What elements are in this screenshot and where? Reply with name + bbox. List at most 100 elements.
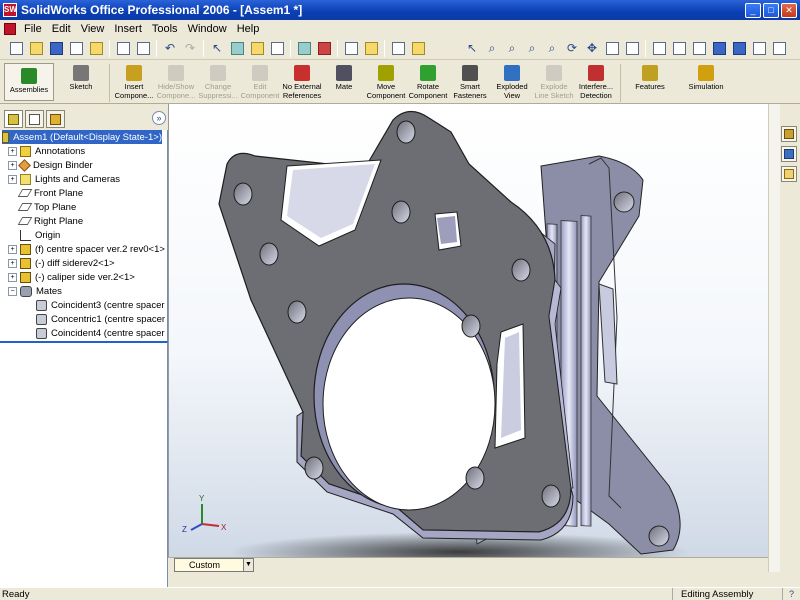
hidden-removed-icon[interactable]: [690, 39, 708, 57]
save-icon[interactable]: [47, 39, 65, 57]
tree-node-mates[interactable]: − Mates: [8, 284, 62, 298]
exploded-view-button[interactable]: Exploded View: [491, 61, 533, 103]
minimize-button[interactable]: _: [745, 2, 761, 18]
menu-view[interactable]: View: [76, 23, 110, 35]
expand-toggle[interactable]: +: [8, 146, 17, 156]
tree-node-front-plane[interactable]: Front Plane: [17, 186, 83, 200]
tree-node-design-binder[interactable]: + Design Binder: [8, 158, 93, 172]
no-external-references-button[interactable]: No External References: [281, 61, 323, 103]
tree-node-coincident4[interactable]: Coincident4 (centre spacer ver: [36, 326, 167, 340]
tab-configuration-manager[interactable]: [46, 110, 65, 128]
interference-detection-button[interactable]: Interfere... Detection: [575, 61, 617, 103]
expand-toggle[interactable]: +: [8, 272, 17, 282]
view-cube-icon[interactable]: [623, 39, 641, 57]
menu-file[interactable]: File: [19, 23, 47, 35]
select-icon[interactable]: ↖: [208, 39, 226, 57]
zoom-selection-icon[interactable]: ⌕: [543, 39, 561, 57]
tree-node-caliper-side[interactable]: + (-) caliper side ver.2<1>: [8, 270, 135, 284]
menu-edit[interactable]: Edit: [47, 23, 76, 35]
tree-node-diff-side[interactable]: + (-) diff siderev2<1>: [8, 256, 115, 270]
tree-node-concentric1[interactable]: Concentric1 (centre spacer ver: [36, 312, 167, 326]
smart-fasteners-button[interactable]: Smart Fasteners: [449, 61, 491, 103]
make-assembly-icon[interactable]: [87, 39, 105, 57]
expand-toggle[interactable]: +: [8, 160, 17, 170]
rebuild-icon[interactable]: [248, 39, 266, 57]
tab-feature-manager[interactable]: [4, 110, 23, 128]
options-icon[interactable]: [268, 39, 286, 57]
print-preview-icon[interactable]: [134, 39, 152, 57]
tree-node-top-plane[interactable]: Top Plane: [17, 200, 76, 214]
solidworks-app-icon[interactable]: SW: [3, 3, 17, 17]
file-explorer-button[interactable]: [781, 166, 797, 182]
tab-property-manager[interactable]: [25, 110, 44, 128]
table-icon[interactable]: [315, 39, 333, 57]
previous-view-icon[interactable]: ↖: [463, 39, 481, 57]
tree-node-coincident3[interactable]: Coincident3 (centre spacer ver: [36, 298, 167, 312]
expand-toggle[interactable]: +: [8, 258, 17, 268]
section-view-icon[interactable]: [770, 39, 788, 57]
shadows-icon[interactable]: [750, 39, 768, 57]
graphics-area[interactable]: Y X Z: [168, 104, 768, 557]
move-component-button[interactable]: Move Component: [365, 61, 407, 103]
properties-icon[interactable]: [389, 39, 407, 57]
simulation-button[interactable]: Simulation: [676, 61, 736, 103]
measure-icon[interactable]: [362, 39, 380, 57]
expand-toggle[interactable]: +: [8, 174, 17, 184]
edit-component-button[interactable]: Edit Component: [239, 61, 281, 103]
tree-node-centre-spacer[interactable]: + (f) centre spacer ver.2 rev0<1>: [8, 242, 165, 256]
sketch-button[interactable]: Sketch: [56, 61, 106, 103]
design-library-button[interactable]: [781, 146, 797, 162]
shaded-edges-icon[interactable]: [710, 39, 728, 57]
close-button[interactable]: ✕: [781, 2, 797, 18]
tree-node-lights-cameras[interactable]: + Lights and Cameras: [8, 172, 120, 186]
mate-button[interactable]: Mate: [323, 61, 365, 103]
open-icon[interactable]: [27, 39, 45, 57]
tree-node-assembly[interactable]: Assem1 (Default<Display State-1>): [2, 130, 162, 144]
document-icon[interactable]: [4, 22, 16, 35]
sw-resources-button[interactable]: [781, 126, 797, 142]
print-icon[interactable]: [114, 39, 132, 57]
assemblies-tab-button[interactable]: Assemblies: [4, 63, 54, 101]
standard-views-icon[interactable]: [603, 39, 621, 57]
wireframe-icon[interactable]: [650, 39, 668, 57]
hidden-lines-icon[interactable]: [670, 39, 688, 57]
menu-window[interactable]: Window: [183, 23, 232, 35]
chevron-down-icon[interactable]: ▼: [243, 559, 253, 571]
rotate-view-icon[interactable]: ⟳: [563, 39, 581, 57]
diff-side-plate[interactable]: [218, 110, 574, 541]
pan-icon[interactable]: ✥: [583, 39, 601, 57]
help-icon[interactable]: [409, 39, 427, 57]
select-filter-icon[interactable]: [228, 39, 246, 57]
status-help-icon[interactable]: ?: [782, 588, 800, 600]
new-icon[interactable]: [7, 39, 25, 57]
menu-tools[interactable]: Tools: [147, 23, 183, 35]
grid-icon[interactable]: [295, 39, 313, 57]
tree-node-origin[interactable]: Origin: [20, 228, 60, 242]
undo-icon[interactable]: ↶: [161, 39, 179, 57]
shaded-icon[interactable]: [730, 39, 748, 57]
zoom-area-icon[interactable]: ⌕: [503, 39, 521, 57]
configuration-tab-select[interactable]: Custom ▼: [174, 558, 254, 572]
make-drawing-icon[interactable]: [67, 39, 85, 57]
zoom-to-fit-icon[interactable]: ⌕: [483, 39, 501, 57]
features-button[interactable]: Features: [624, 61, 676, 103]
insert-component-button[interactable]: Insert Compone...: [113, 61, 155, 103]
vertical-scrollbar[interactable]: [768, 104, 780, 572]
tree-node-right-plane[interactable]: Right Plane: [17, 214, 83, 228]
view-orientation-icon[interactable]: [342, 39, 360, 57]
explode-line-sketch-button[interactable]: Explode Line Sketch: [533, 61, 575, 103]
rotate-component-button[interactable]: Rotate Component: [407, 61, 449, 103]
model-canvas[interactable]: Y X Z: [169, 104, 768, 557]
maximize-button[interactable]: □: [763, 2, 779, 18]
collapse-toggle[interactable]: −: [8, 286, 17, 296]
zoom-in-out-icon[interactable]: ⌕: [523, 39, 541, 57]
collapse-panel-button[interactable]: »: [152, 111, 166, 125]
change-suppression-button[interactable]: Change Suppressi...: [197, 61, 239, 103]
horizontal-scrollbar[interactable]: [168, 557, 768, 572]
menu-help[interactable]: Help: [232, 23, 265, 35]
redo-icon[interactable]: ↷: [181, 39, 199, 57]
hide-show-component-button[interactable]: Hide/Show Compone...: [155, 61, 197, 103]
expand-toggle[interactable]: +: [8, 244, 17, 254]
tree-node-annotations[interactable]: + Annotations: [8, 144, 85, 158]
menu-insert[interactable]: Insert: [109, 23, 147, 35]
